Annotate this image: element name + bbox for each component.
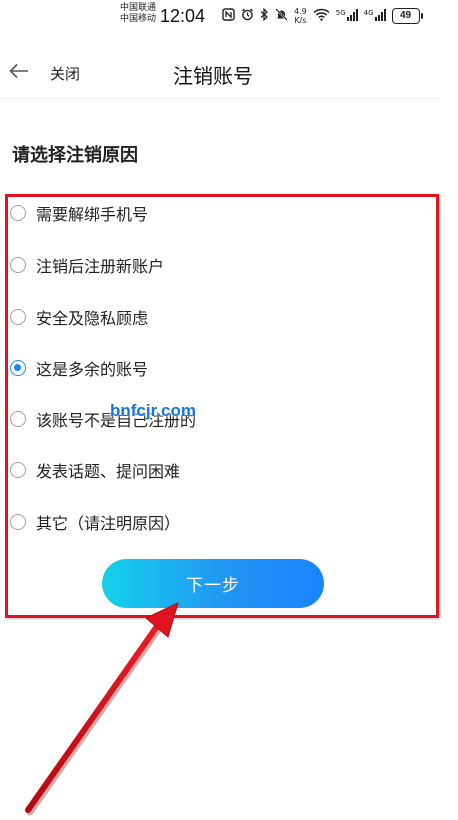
reason-label: 注销后注册新账户 (36, 257, 165, 276)
reason-label: 这是多余的账号 (36, 360, 149, 379)
reason-option-3[interactable]: 安全及隐私顾虑 (10, 303, 148, 331)
status-time: 12:04 (160, 6, 206, 26)
reason-option-4[interactable]: 这是多余的账号 (10, 354, 148, 382)
alarm-icon (241, 8, 254, 24)
section-title: 请选择注销原因 (12, 145, 138, 166)
battery-icon: 49 (391, 8, 423, 24)
reason-option-7[interactable]: 其它（请注明原因） (10, 508, 180, 536)
signal-4g-icon: 4G (363, 8, 386, 24)
signal-2-tag: 4G (363, 8, 374, 17)
carrier-2: 中国移动 (120, 14, 157, 24)
signal-1-tag: 5G (335, 8, 346, 17)
reason-option-1[interactable]: 需要解绑手机号 (10, 199, 148, 227)
reason-label: 安全及隐私顾虑 (36, 309, 149, 328)
net-speed: 4.9 K/s (294, 7, 307, 25)
status-bar: 中国联通 中国移动 12:04 4.9 K/s 5G 4G 49 (0, 0, 458, 34)
next-step-button[interactable]: 下一步 (102, 559, 324, 608)
reason-option-2[interactable]: 注销后注册新账户 (10, 251, 164, 279)
net-speed-unit: K/s (294, 16, 307, 25)
signal-5g-icon: 5G (335, 8, 358, 24)
page-title: 注销账号 (173, 64, 253, 88)
net-speed-value: 4.9 (294, 7, 307, 16)
mute-bell-icon (275, 8, 288, 24)
radio-button[interactable] (10, 205, 26, 221)
reason-label: 该账号不是自己注册的 (36, 411, 197, 430)
radio-button-selected[interactable] (10, 360, 26, 376)
reason-option-5[interactable]: 该账号不是自己注册的 (10, 405, 196, 433)
carrier-1: 中国联通 (120, 3, 157, 13)
radio-button[interactable] (10, 309, 26, 325)
reason-label: 其它（请注明原因） (36, 514, 181, 533)
radio-button[interactable] (10, 411, 26, 427)
reason-option-6[interactable]: 发表话题、提问困难 (10, 456, 180, 484)
status-icons: 4.9 K/s 5G 4G 49 (222, 7, 423, 25)
bluetooth-icon (260, 7, 269, 24)
nfc-icon (222, 8, 235, 24)
reason-label: 需要解绑手机号 (36, 205, 149, 224)
radio-button[interactable] (10, 514, 26, 530)
header-bar: 关闭 注销账号 (0, 50, 440, 99)
carrier-names: 中国联通 中国移动 (120, 3, 156, 25)
radio-button[interactable] (10, 257, 26, 273)
radio-button[interactable] (10, 462, 26, 478)
wifi-icon (313, 8, 330, 24)
reason-label: 发表话题、提问困难 (36, 462, 181, 481)
